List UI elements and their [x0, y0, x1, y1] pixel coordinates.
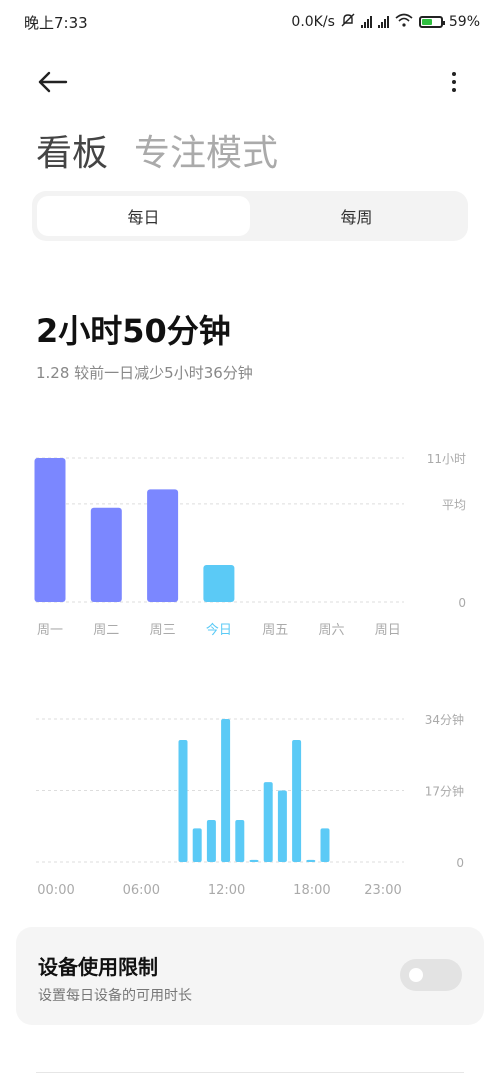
limit-description: 设置每日设备的可用时长 [38, 988, 192, 1004]
x-tick-label: 06:00 [123, 883, 160, 898]
bar [249, 859, 259, 862]
x-tick-label: 周一 [37, 623, 63, 638]
x-tick-label: 23:00 [364, 883, 401, 898]
x-tick-label: 12:00 [208, 883, 245, 898]
network-speed: 0.0K/s [291, 14, 335, 30]
y-tick-label: 平均 [442, 498, 466, 512]
x-tick-label: 周五 [262, 623, 288, 638]
toggle-knob [409, 968, 423, 982]
x-tick-label: 周三 [150, 623, 176, 638]
limit-title: 设备使用限制 [38, 955, 158, 979]
x-tick-label: 00:00 [37, 883, 74, 898]
total-usage-time: 2小时50分钟 [36, 312, 231, 350]
bar [178, 740, 188, 862]
bar [34, 458, 66, 602]
weekly-usage-chart[interactable]: 11小时平均 0 周一 周二 周三 今日 周五 周六 周日 [0, 440, 500, 650]
bar [206, 819, 216, 862]
tab-dashboard[interactable]: 看板 [36, 124, 108, 176]
limit-toggle[interactable] [400, 959, 462, 991]
status-bar: 晚上7:33 0.0K/s 59% [0, 0, 500, 44]
hourly-usage-chart[interactable]: 34分钟 17分钟 0 00:00 06:00 12:00 18:00 23:00 [0, 700, 500, 910]
y-tick-label: 34分钟 [425, 712, 464, 727]
bar [192, 828, 202, 862]
arrow-left-icon [38, 71, 68, 93]
battery-icon [418, 16, 445, 28]
device-usage-limit-card[interactable]: 设备使用限制 设置每日设备的可用时长 [16, 927, 484, 1025]
top-bar [0, 58, 500, 106]
y-tick-label: 0 [456, 856, 464, 870]
y-tick-label: 17分钟 [425, 784, 464, 799]
tab-focus-mode[interactable]: 专注模式 [134, 124, 278, 176]
bar [147, 489, 179, 602]
segment-weekly[interactable]: 每周 [250, 196, 463, 236]
bar [221, 719, 231, 862]
y-tick-label: 0 [458, 596, 466, 610]
bar [277, 790, 287, 862]
bar [292, 740, 302, 862]
bar [90, 507, 122, 602]
x-tick-label: 周二 [93, 623, 119, 638]
more-button[interactable] [444, 66, 464, 98]
y-tick-label: 11小时 [427, 452, 466, 466]
more-vertical-icon [452, 72, 456, 92]
x-tick-label: 周日 [375, 623, 401, 638]
signal-icon-2 [377, 16, 389, 28]
wifi-icon [395, 13, 413, 31]
period-switch: 每日 每周 [32, 191, 468, 241]
bar [320, 828, 330, 862]
signal-icon-1 [360, 16, 372, 28]
bar [203, 564, 235, 602]
battery-percent: 59% [448, 14, 480, 30]
bar [263, 782, 273, 862]
divider [36, 1072, 464, 1073]
x-tick-label: 今日 [206, 622, 232, 638]
status-icons: 0.0K/s 59% [291, 13, 480, 31]
bar [235, 819, 245, 862]
mute-icon [341, 13, 355, 31]
bar [306, 859, 316, 862]
x-tick-label: 周六 [318, 623, 344, 638]
usage-comparison: 1.28 较前一日减少5小时36分钟 [36, 364, 253, 382]
segment-daily[interactable]: 每日 [37, 196, 250, 236]
page-tabs: 看板 专注模式 [36, 124, 278, 176]
status-time: 晚上7:33 [24, 13, 88, 32]
back-button[interactable] [34, 66, 72, 98]
x-tick-label: 18:00 [293, 883, 330, 898]
